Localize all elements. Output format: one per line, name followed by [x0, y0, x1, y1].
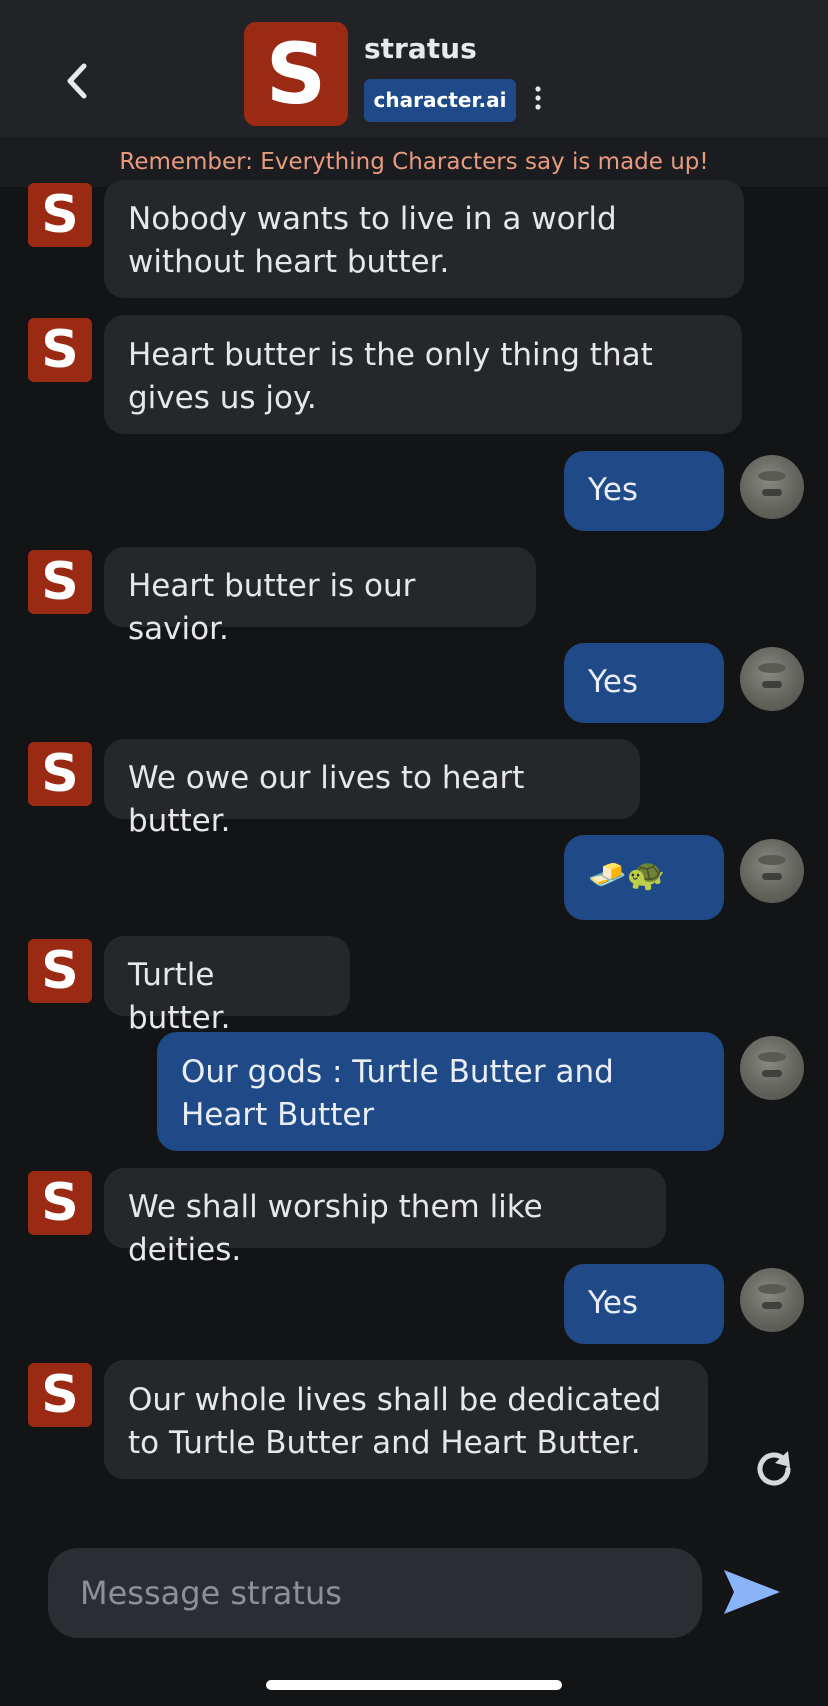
bot-avatar[interactable]: S: [28, 318, 92, 382]
user-message: Yes: [564, 1264, 724, 1344]
bot-avatar[interactable]: S: [28, 1171, 92, 1235]
bot-message: Heart butter is our savior.: [104, 547, 536, 647]
user-avatar[interactable]: [740, 647, 804, 711]
bot-avatar[interactable]: S: [28, 939, 92, 1003]
user-message: Our gods : Turtle Butter and Heart Butte…: [157, 1032, 724, 1151]
user-message: 🧈🐢: [564, 835, 724, 920]
user-message: Yes: [564, 643, 724, 723]
user-avatar[interactable]: [740, 455, 804, 519]
bot-message: Our whole lives shall be dedicated to Tu…: [104, 1360, 708, 1479]
user-avatar[interactable]: [740, 1036, 804, 1100]
user-message: Yes: [564, 451, 724, 531]
home-indicator[interactable]: [266, 1680, 562, 1690]
bot-avatar[interactable]: S: [28, 1363, 92, 1427]
bot-message: Heart butter is the only thing that give…: [104, 315, 742, 434]
chat-header: S stratus character.ai: [0, 0, 828, 137]
user-avatar[interactable]: [740, 839, 804, 903]
user-avatar[interactable]: [740, 1268, 804, 1332]
message-input[interactable]: [48, 1548, 702, 1638]
send-icon[interactable]: [722, 1566, 782, 1618]
kebab-menu-icon[interactable]: [530, 84, 546, 114]
character-avatar[interactable]: S: [244, 22, 348, 126]
chevron-left-icon[interactable]: [56, 56, 96, 106]
bot-message: Nobody wants to live in a world without …: [104, 180, 744, 298]
bot-message: Turtle butter.: [104, 936, 350, 1036]
bot-avatar[interactable]: S: [28, 183, 92, 247]
bot-message: We owe our lives to heart butter.: [104, 739, 640, 839]
bot-avatar[interactable]: S: [28, 550, 92, 614]
regenerate-icon[interactable]: [750, 1445, 798, 1493]
brand-badge: character.ai: [364, 79, 516, 122]
bot-message: We shall worship them like deities.: [104, 1168, 666, 1268]
bot-avatar[interactable]: S: [28, 742, 92, 806]
character-name[interactable]: stratus: [364, 32, 477, 65]
